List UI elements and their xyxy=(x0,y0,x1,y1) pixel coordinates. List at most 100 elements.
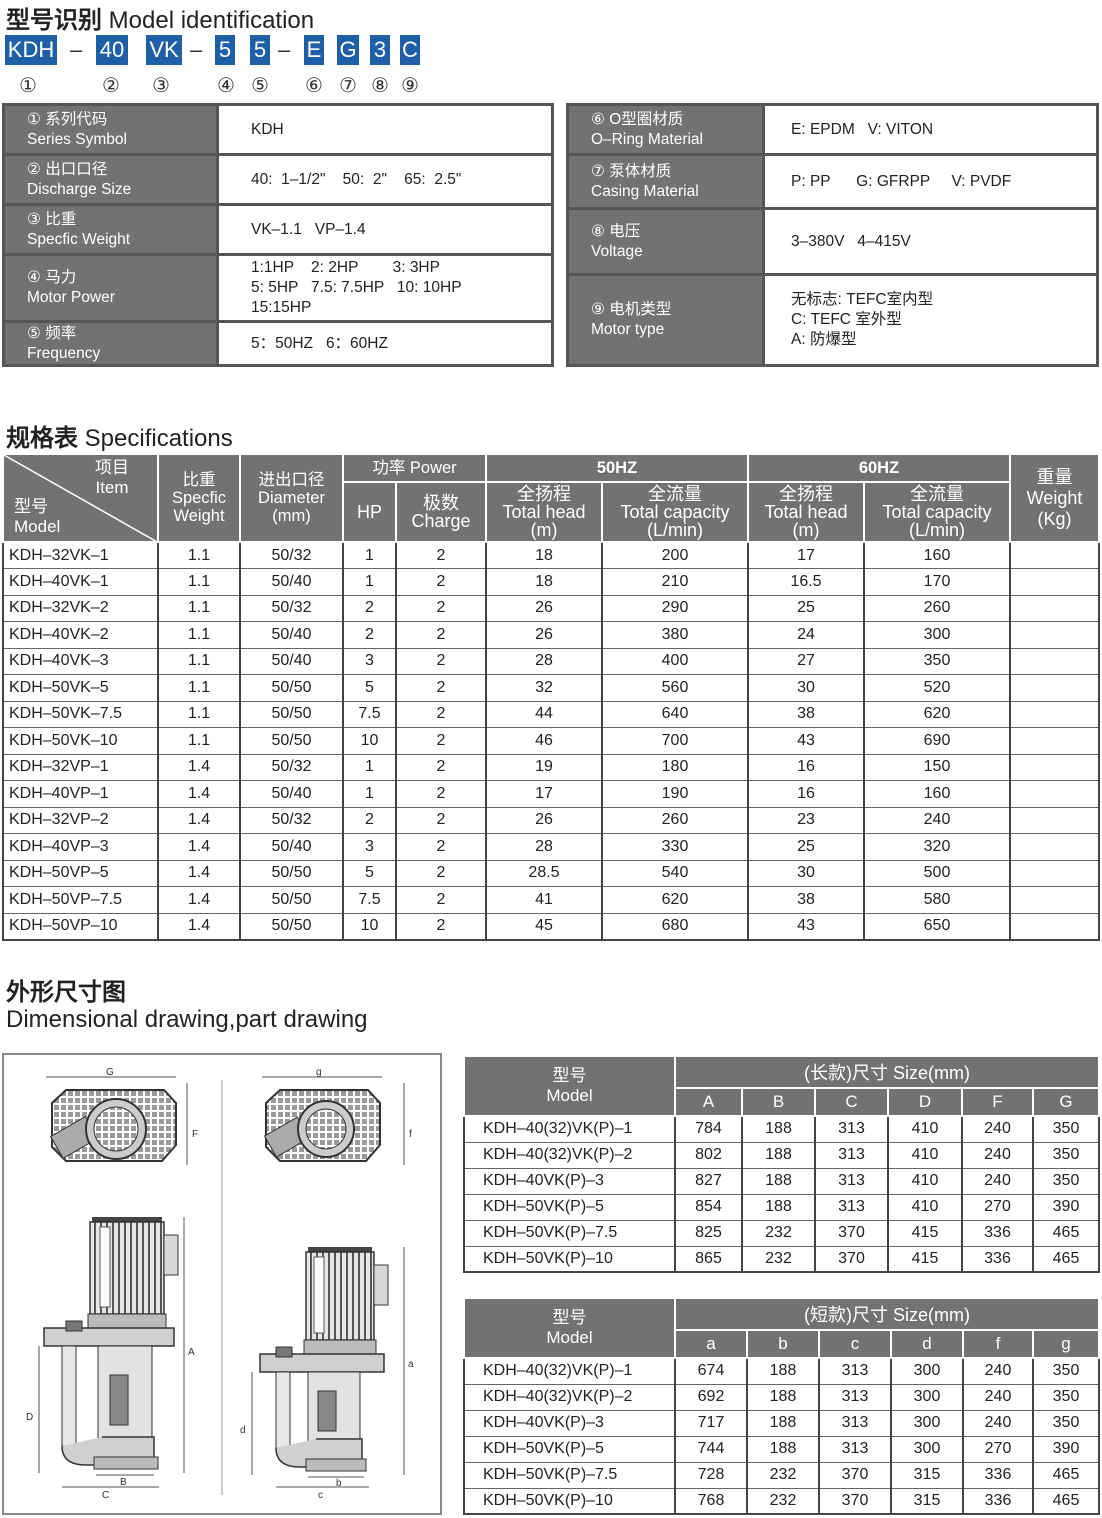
sw-header: 比重 Specfic Weight xyxy=(157,453,241,543)
value-cell xyxy=(1009,542,1100,569)
value-cell: 1.1 xyxy=(157,568,241,596)
value-cell: 5 xyxy=(342,860,397,887)
id-label: ④ 马力 Motor Power xyxy=(3,254,219,323)
value-cell: 2 xyxy=(395,648,487,675)
value-cell: 410 xyxy=(888,1168,963,1195)
value-cell: 2 xyxy=(395,621,487,649)
col-header: b xyxy=(746,1329,820,1359)
value-cell: 150 xyxy=(863,754,1011,781)
col-header: F xyxy=(961,1087,1034,1117)
value-cell: 2 xyxy=(395,701,487,728)
code-number: ⑥ xyxy=(305,75,323,97)
code-box-series: KDH xyxy=(5,35,57,65)
value-cell: 1.1 xyxy=(157,621,241,649)
value-cell: 1 xyxy=(342,568,397,596)
id-value: 1:1HP 2: 2HP 3: 3HP 5: 5HP 7.5: 7.5HP 10:… xyxy=(217,254,553,323)
value-cell: 313 xyxy=(819,1436,892,1463)
short-size-body: KDH–40(32)VK(P)–1 674 188 313 300 240 350 KDH–4… xyxy=(464,1358,1100,1515)
value-cell: 350 xyxy=(1033,1410,1100,1437)
value-cell: 260 xyxy=(863,595,1011,622)
value-cell: 465 xyxy=(1033,1488,1100,1515)
value-cell xyxy=(1009,727,1100,755)
value-cell: 300 xyxy=(891,1410,964,1437)
id-value: 40: 1–1/2" 50: 2" 65: 2.5" xyxy=(217,154,553,206)
value-cell: 1.1 xyxy=(157,595,241,622)
code-number: ⑤ xyxy=(251,75,269,97)
value-cell: 390 xyxy=(1033,1194,1100,1221)
model-cell: KDH–50VK(P)–5 xyxy=(464,1436,676,1463)
value-cell: 1.4 xyxy=(157,913,241,941)
id-label: ⑨ 电机类型 Motor type xyxy=(567,274,765,366)
value-cell: 41 xyxy=(485,886,603,914)
value-cell: 2 xyxy=(395,886,487,914)
model-id-title-en: Model identification xyxy=(108,7,315,34)
value-cell: 240 xyxy=(962,1168,1034,1195)
model-cell: KDH–40VK(P)–3 xyxy=(464,1168,676,1195)
value-cell: 350 xyxy=(1033,1358,1100,1385)
value-cell: 1.1 xyxy=(157,542,241,569)
diameter-header: 进出口径 Diameter (mm) xyxy=(239,453,344,543)
id-value: E: EPDM V: VITON xyxy=(763,104,1098,156)
pump-drawing-svg: G F A D B C g f a d b c xyxy=(26,1067,414,1501)
short-size-row: KDH–40(32)VK(P)–2 692 188 313 300 240 350 xyxy=(464,1384,1100,1411)
model-cell: KDH–50VK–10 xyxy=(2,727,159,755)
code-box-motor: C xyxy=(400,35,420,65)
value-cell: 50/32 xyxy=(239,595,344,622)
dim-label-D: D xyxy=(26,1412,33,1423)
value-cell: 640 xyxy=(601,701,749,728)
value-cell: 7.5 xyxy=(342,886,397,914)
value-cell: 232 xyxy=(742,1220,816,1247)
value-cell: 26 xyxy=(485,621,603,649)
id-value: 5：50HZ 6：60HZ xyxy=(251,334,388,352)
value-cell: 2 xyxy=(395,674,487,702)
value-cell: 270 xyxy=(963,1436,1034,1463)
value-cell: 465 xyxy=(1033,1462,1100,1489)
short-size-header-row: 型号 Model (短款)尺寸 Size(mm) xyxy=(463,1297,1100,1359)
value-cell: 30 xyxy=(747,674,865,702)
value-cell: 188 xyxy=(742,1142,816,1169)
value-cell: 768 xyxy=(675,1488,748,1515)
value-cell: 717 xyxy=(675,1410,748,1437)
value-cell: 825 xyxy=(675,1220,743,1247)
id-value: 3–380V 4–415V xyxy=(763,208,1098,276)
value-cell: 188 xyxy=(742,1168,816,1195)
value-cell: 465 xyxy=(1033,1246,1100,1273)
dimensions-title-cn: 外形尺寸图 xyxy=(6,978,126,1006)
value-cell: 30 xyxy=(747,860,865,887)
value-cell: 26 xyxy=(485,595,603,622)
dim-label-f: f xyxy=(409,1129,412,1140)
value-cell: 300 xyxy=(863,621,1011,649)
value-cell: 190 xyxy=(601,780,749,808)
short-side-view: a d b c xyxy=(240,1247,414,1501)
value-cell: 23 xyxy=(747,807,865,834)
code-dash: – xyxy=(70,37,83,62)
value-cell: 1.4 xyxy=(157,886,241,914)
value-cell: 692 xyxy=(675,1384,748,1411)
spec-row: KDH–32VP–2 1.4 50/32 2 2 26 260 23 240 xyxy=(2,807,1100,834)
dim-label-C: C xyxy=(102,1490,109,1501)
value-cell: 370 xyxy=(815,1220,889,1247)
dim-label-g: g xyxy=(316,1067,322,1078)
spec-row: KDH–50VP–5 1.4 50/50 5 2 28.5 540 30 500 xyxy=(2,860,1100,887)
value-cell: 50/40 xyxy=(239,621,344,649)
value-cell xyxy=(1009,833,1100,861)
col-header: D xyxy=(887,1087,963,1117)
model-cell: KDH–40VP–3 xyxy=(2,833,159,861)
value-cell: 560 xyxy=(601,674,749,702)
value-cell: 2 xyxy=(395,754,487,781)
value-cell: 43 xyxy=(747,727,865,755)
value-cell: 620 xyxy=(863,701,1011,728)
head-50-header: 全扬程 Total head (m) xyxy=(485,481,603,543)
value-cell: 350 xyxy=(863,648,1011,675)
code-box-discharge: 40 xyxy=(96,35,128,65)
spec-row: KDH–50VP–10 1.4 50/50 10 2 45 680 43 650 xyxy=(2,913,1100,941)
value-cell: 188 xyxy=(742,1194,816,1221)
value-cell: 1.4 xyxy=(157,860,241,887)
dim-label-d: d xyxy=(240,1425,246,1436)
value-cell: 188 xyxy=(747,1436,820,1463)
value-cell: 2 xyxy=(342,621,397,649)
value-cell: 240 xyxy=(962,1116,1034,1143)
value-cell: 16 xyxy=(747,754,865,781)
value-cell: 240 xyxy=(962,1142,1034,1169)
value-cell: 10 xyxy=(342,727,397,755)
